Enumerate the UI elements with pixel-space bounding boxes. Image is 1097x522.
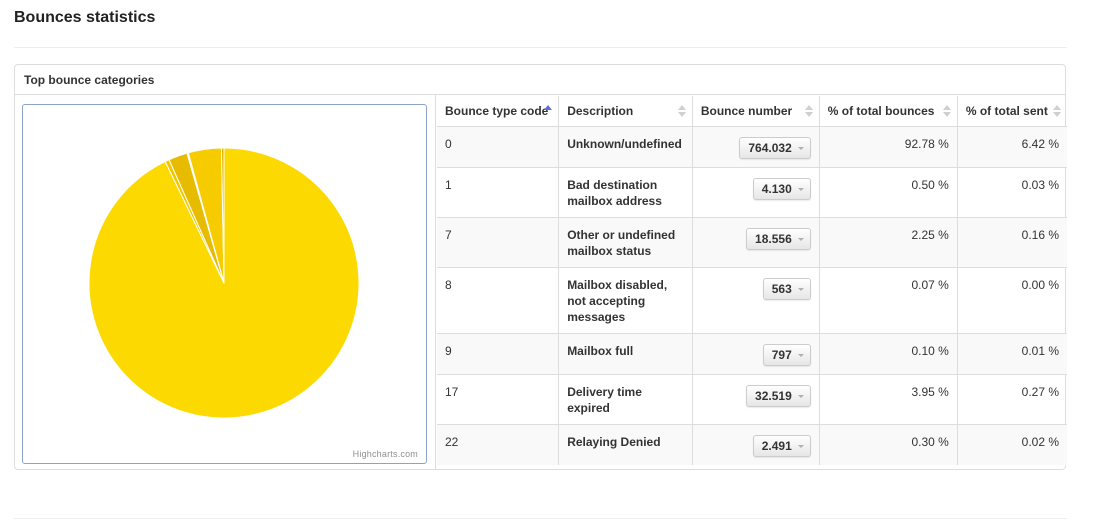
bounce-code: 22 bbox=[437, 424, 560, 465]
pie-chart: Highcharts.com bbox=[22, 104, 427, 464]
bounce-number-dropdown-button[interactable]: 797 bbox=[762, 343, 811, 366]
sort-ascending-icon bbox=[544, 105, 553, 110]
bounce-number-cell: 563 bbox=[692, 267, 820, 334]
highcharts-credits-link[interactable]: Highcharts.com bbox=[353, 449, 418, 459]
bounce-number: 2.491 bbox=[761, 438, 792, 453]
column-header-label: Bounce type code bbox=[445, 103, 549, 118]
table-row: 7 Other or undefined mailbox status 18.5… bbox=[437, 217, 1067, 268]
pct-total-bounces: 92.78 % bbox=[819, 126, 958, 168]
bounce-code: 1 bbox=[437, 167, 560, 218]
table-row: 22 Relaying Denied 2.491 0.30 % 0.02 % bbox=[437, 424, 1067, 465]
caret-down-icon bbox=[797, 394, 804, 398]
sort-both-icon bbox=[677, 105, 686, 117]
pie-chart-svg bbox=[88, 147, 360, 419]
column-header-bounce-type-code[interactable]: Bounce type code bbox=[437, 96, 560, 127]
column-header-bounce-number[interactable]: Bounce number bbox=[692, 96, 820, 127]
column-divider bbox=[435, 95, 436, 470]
pct-total-bounces: 0.50 % bbox=[819, 167, 958, 218]
bounce-code: 9 bbox=[437, 333, 560, 375]
bounce-number-dropdown-button[interactable]: 764.032 bbox=[739, 136, 811, 159]
bounce-description: Mailbox full bbox=[558, 333, 693, 375]
column-header-pct-total-bounces[interactable]: % of total bounces bbox=[819, 96, 958, 127]
table-row: 9 Mailbox full 797 0.10 % 0.01 % bbox=[437, 333, 1067, 375]
bounce-code: 0 bbox=[437, 126, 560, 168]
panel-title: Top bounce categories bbox=[15, 65, 1065, 95]
bounces-table: Bounce type code Description Bounce numb… bbox=[437, 96, 1067, 465]
table-row: 1 Bad destination mailbox address 4.130 … bbox=[437, 167, 1067, 218]
top-bounce-categories-panel: Top bounce categories Highcharts.com Bou… bbox=[14, 64, 1067, 470]
bounce-number-dropdown-button[interactable]: 4.130 bbox=[752, 177, 811, 200]
pct-total-sent: 0.00 % bbox=[957, 267, 1067, 334]
column-header-label: Description bbox=[567, 103, 634, 118]
pct-total-sent: 6.42 % bbox=[957, 126, 1067, 168]
table-row: 17 Delivery time expired 32.519 3.95 % 0… bbox=[437, 374, 1067, 425]
column-header-label: % of total sent bbox=[965, 103, 1048, 118]
bounce-number-cell: 18.556 bbox=[692, 217, 820, 268]
bounce-number-cell: 32.519 bbox=[692, 374, 820, 425]
sort-both-icon bbox=[1053, 105, 1061, 117]
caret-down-icon bbox=[797, 444, 804, 448]
bounce-number-cell: 797 bbox=[692, 333, 820, 375]
bounce-code: 8 bbox=[437, 267, 560, 334]
pct-total-sent: 0.02 % bbox=[957, 424, 1067, 465]
caret-down-icon bbox=[797, 187, 804, 191]
bounce-description: Bad destination mailbox address bbox=[558, 167, 693, 218]
caret-down-icon bbox=[797, 353, 804, 357]
bounce-number-cell: 2.491 bbox=[692, 424, 820, 465]
bounce-number: 4.130 bbox=[761, 181, 792, 196]
bounce-number-cell: 4.130 bbox=[692, 167, 820, 218]
bounce-number-dropdown-button[interactable]: 18.556 bbox=[746, 227, 811, 250]
divider bbox=[14, 47, 1067, 48]
pct-total-bounces: 3.95 % bbox=[819, 374, 958, 425]
table-header-row: Bounce type code Description Bounce numb… bbox=[437, 96, 1067, 127]
column-header-label: % of total bounces bbox=[827, 103, 935, 118]
column-header-description[interactable]: Description bbox=[558, 96, 693, 127]
bounce-code: 7 bbox=[437, 217, 560, 268]
bounce-number-dropdown-button[interactable]: 563 bbox=[762, 277, 811, 300]
bounce-number: 563 bbox=[771, 281, 792, 296]
pct-total-bounces: 2.25 % bbox=[819, 217, 958, 268]
bounce-number: 764.032 bbox=[748, 140, 792, 155]
pct-total-sent: 0.27 % bbox=[957, 374, 1067, 425]
bounce-number-dropdown-button[interactable]: 2.491 bbox=[752, 434, 811, 457]
pct-total-sent: 0.01 % bbox=[957, 333, 1067, 375]
caret-down-icon bbox=[797, 287, 804, 291]
bounce-number: 797 bbox=[771, 347, 792, 362]
table-row: 0 Unknown/undefined 764.032 92.78 % 6.42… bbox=[437, 126, 1067, 168]
bounce-number-cell: 764.032 bbox=[692, 126, 820, 168]
caret-down-icon bbox=[797, 146, 804, 150]
bounce-description: Relaying Denied bbox=[558, 424, 693, 465]
bounce-description: Delivery time expired bbox=[558, 374, 693, 425]
divider bbox=[14, 518, 1067, 519]
bounce-code: 17 bbox=[437, 374, 560, 425]
pct-total-bounces: 0.10 % bbox=[819, 333, 958, 375]
caret-down-icon bbox=[797, 237, 804, 241]
bounce-description: Other or undefined mailbox status bbox=[558, 217, 693, 268]
bounce-number-dropdown-button[interactable]: 32.519 bbox=[746, 384, 811, 407]
pct-total-bounces: 0.07 % bbox=[819, 267, 958, 334]
pct-total-sent: 0.16 % bbox=[957, 217, 1067, 268]
column-header-pct-total-sent[interactable]: % of total sent bbox=[957, 96, 1067, 127]
bounce-description: Unknown/undefined bbox=[558, 126, 693, 168]
bounce-description: Mailbox disabled, not accepting messages bbox=[558, 267, 693, 334]
page-title: Bounces statistics bbox=[14, 9, 156, 26]
sort-both-icon bbox=[942, 105, 951, 117]
bounce-number: 32.519 bbox=[755, 388, 792, 403]
table-row: 8 Mailbox disabled, not accepting messag… bbox=[437, 267, 1067, 334]
column-header-label: Bounce number bbox=[700, 103, 793, 118]
pct-total-bounces: 0.30 % bbox=[819, 424, 958, 465]
pct-total-sent: 0.03 % bbox=[957, 167, 1067, 218]
sort-both-icon bbox=[804, 105, 813, 117]
bounce-number: 18.556 bbox=[755, 231, 792, 246]
